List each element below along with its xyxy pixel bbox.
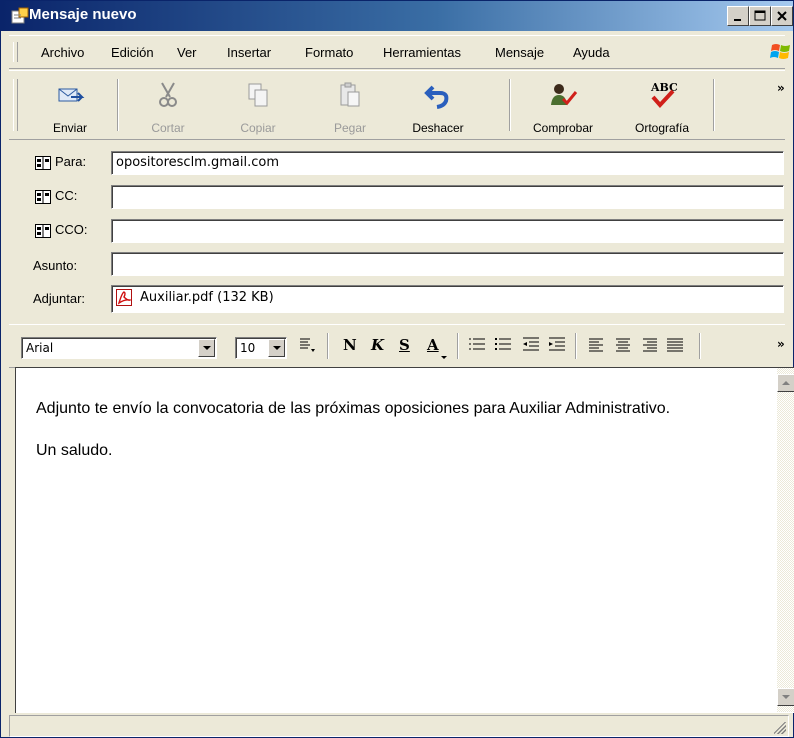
- bcc-label: CCO:: [55, 222, 88, 237]
- paragraph-style-icon[interactable]: [297, 335, 317, 355]
- menu-mensaje[interactable]: Mensaje: [495, 45, 544, 60]
- subject-field[interactable]: [111, 252, 784, 276]
- attach-label: Adjuntar:: [33, 291, 86, 306]
- to-field[interactable]: opositoresclm.gmail.com: [111, 151, 784, 175]
- menu-bar: Archivo Edición Ver Insertar Formato Her…: [9, 35, 790, 69]
- close-button[interactable]: [771, 6, 793, 26]
- cc-field[interactable]: [111, 185, 784, 209]
- minimize-button[interactable]: [727, 6, 749, 26]
- align-right-icon[interactable]: [639, 335, 659, 355]
- address-book-icon[interactable]: [35, 155, 51, 170]
- scissors-icon: [153, 81, 183, 109]
- address-book-icon[interactable]: [35, 189, 51, 204]
- menu-archivo[interactable]: Archivo: [41, 45, 84, 60]
- toolbar: Enviar Cortar Copiar Pegar Deshacer Comp…: [9, 70, 785, 140]
- format-separator: [457, 333, 459, 359]
- check-names-icon: [548, 81, 578, 109]
- restore-button[interactable]: [749, 6, 771, 26]
- attach-field[interactable]: Auxiliar.pdf (132 KB): [111, 285, 784, 313]
- font-color-button[interactable]: A: [427, 336, 439, 354]
- check-names-button[interactable]: Comprobar: [523, 75, 603, 135]
- menubar-grip[interactable]: [13, 42, 18, 62]
- check-names-label: Comprobar: [532, 121, 594, 135]
- copy-label: Copiar: [240, 121, 276, 135]
- windows-logo-icon: [769, 40, 793, 64]
- undo-icon: [423, 81, 453, 109]
- spelling-icon: ABC: [647, 81, 678, 109]
- format-bar: Arial 10 N K S A »: [9, 324, 785, 368]
- address-book-icon[interactable]: [35, 223, 51, 238]
- font-size-value: 10: [240, 341, 256, 355]
- spelling-button[interactable]: ABC Ortografía: [621, 75, 703, 135]
- menu-ver[interactable]: Ver: [177, 45, 197, 60]
- send-label: Enviar: [52, 121, 87, 135]
- toolbar-overflow-chevron[interactable]: »: [777, 81, 785, 95]
- undo-button[interactable]: Deshacer: [401, 75, 475, 135]
- close-icon: [777, 11, 787, 21]
- format-separator: [575, 333, 577, 359]
- font-dropdown-button[interactable]: [198, 339, 215, 357]
- cc-label: CC:: [55, 188, 78, 203]
- bold-button[interactable]: N: [343, 336, 357, 354]
- toolbar-separator: [713, 79, 715, 131]
- pdf-file-icon: [116, 289, 133, 306]
- undo-label: Deshacer: [412, 121, 464, 135]
- copy-button[interactable]: Copiar: [221, 75, 295, 135]
- align-left-icon[interactable]: [587, 335, 607, 355]
- align-center-icon[interactable]: [613, 335, 633, 355]
- scroll-up-button[interactable]: [777, 374, 794, 392]
- font-color-dropdown-icon[interactable]: [441, 347, 449, 359]
- format-overflow-chevron[interactable]: »: [777, 337, 785, 351]
- compose-window: Mensaje nuevo Archivo Edición Ver Insert…: [0, 0, 794, 738]
- font-value: Arial: [26, 341, 54, 355]
- copy-icon: [243, 81, 273, 109]
- increase-indent-icon[interactable]: [547, 335, 567, 355]
- status-bar: [9, 715, 789, 737]
- font-size-select[interactable]: 10: [235, 337, 287, 359]
- bcc-field[interactable]: [111, 219, 784, 243]
- menu-ayuda[interactable]: Ayuda: [573, 45, 610, 60]
- title-bar[interactable]: Mensaje nuevo: [1, 1, 793, 31]
- toolbar-grip[interactable]: [13, 79, 18, 131]
- resize-grip-icon[interactable]: [774, 722, 786, 734]
- window-title: Mensaje nuevo: [29, 6, 137, 23]
- toolbar-separator: [117, 79, 119, 131]
- font-size-dropdown-button[interactable]: [268, 339, 285, 357]
- to-value: opositoresclm.gmail.com: [116, 155, 279, 170]
- font-select[interactable]: Arial: [21, 337, 217, 359]
- new-message-icon: [11, 7, 29, 25]
- restore-icon: [754, 10, 766, 21]
- message-body[interactable]: Adjunto te envío la convocatoria de las …: [15, 367, 794, 713]
- underline-button[interactable]: S: [399, 336, 410, 354]
- cut-button[interactable]: Cortar: [131, 75, 205, 135]
- cut-label: Cortar: [151, 121, 185, 135]
- numbered-list-icon[interactable]: [467, 335, 487, 355]
- to-label: Para:: [55, 154, 87, 169]
- body-line: Un saludo.: [36, 442, 113, 459]
- send-button[interactable]: Enviar: [33, 75, 107, 135]
- menu-herramientas[interactable]: Herramientas: [383, 45, 461, 60]
- send-icon: [55, 81, 85, 109]
- format-separator: [327, 333, 329, 359]
- italic-button[interactable]: K: [371, 336, 384, 354]
- decrease-indent-icon[interactable]: [521, 335, 541, 355]
- paste-icon: [335, 81, 365, 109]
- menu-insertar[interactable]: Insertar: [227, 45, 271, 60]
- menu-formato[interactable]: Formato: [305, 45, 353, 60]
- subject-label: Asunto:: [33, 258, 78, 273]
- paste-label: Pegar: [333, 121, 367, 135]
- toolbar-separator: [509, 79, 511, 131]
- scroll-down-button[interactable]: [777, 688, 794, 706]
- spelling-label: Ortografía: [634, 121, 690, 135]
- justify-icon[interactable]: [665, 335, 685, 355]
- menu-edicion[interactable]: Edición: [111, 45, 154, 60]
- paste-button[interactable]: Pegar: [313, 75, 387, 135]
- attachment-file[interactable]: Auxiliar.pdf (132 KB): [140, 290, 274, 305]
- minimize-icon: [734, 19, 741, 21]
- format-separator: [699, 333, 701, 359]
- bullet-list-icon[interactable]: [493, 335, 513, 355]
- vertical-scrollbar[interactable]: [777, 368, 794, 712]
- body-line: Adjunto te envío la convocatoria de las …: [36, 400, 671, 417]
